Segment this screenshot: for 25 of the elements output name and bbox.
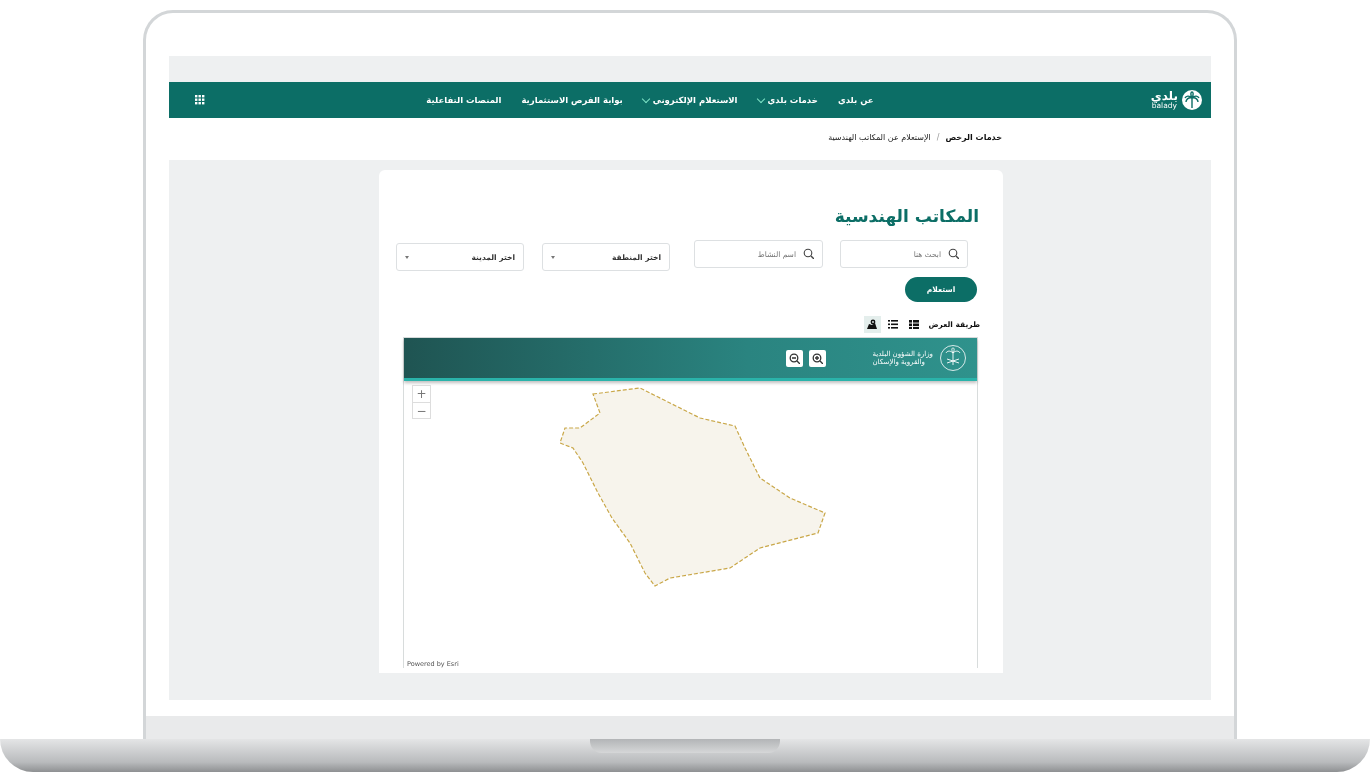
nav-menu-item[interactable]: الاستعلام الإلكتروني [642,95,738,105]
list-view-icon [888,318,898,330]
zoom-in-icon [812,352,824,364]
grid-view-icon [909,318,919,330]
page-title: المكاتب الهندسية [834,206,979,226]
breadcrumb-current: الإستعلام عن المكاتب الهندسية [828,132,931,142]
zoom-out-button[interactable] [786,349,804,367]
view-mode-button[interactable] [863,315,881,333]
breadcrumb-link[interactable]: خدمات الرخص [945,132,1002,142]
apps-grid-icon [195,95,205,105]
nav-menu-item[interactable]: بوابة الفرص الاستثمارية [521,95,623,105]
nav-menu-item[interactable]: خدمات بلدي [757,95,818,105]
nav-menu-item[interactable]: المنصات التفاعلية [426,95,502,105]
zoom-in-button[interactable] [809,349,827,367]
palm-emblem-icon [939,344,967,372]
logo-name: بلدي [1150,90,1178,103]
breadcrumb-separator: / [936,132,940,142]
search-icon [948,248,959,259]
zoom-out-icon [789,352,801,364]
nav-menu-item[interactable]: عن بلدي [837,95,874,105]
map-view-icon [867,318,877,330]
dropdown-triangle-icon [405,255,409,259]
dropdown-triangle-icon [551,255,555,259]
palm-logo-icon [1181,89,1203,111]
search-icon [803,248,814,259]
